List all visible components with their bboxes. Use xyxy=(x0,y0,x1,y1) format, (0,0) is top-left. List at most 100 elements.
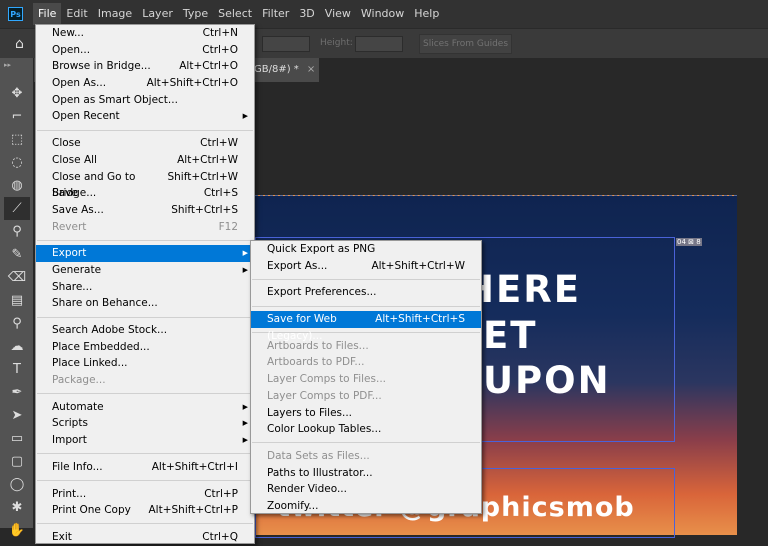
menu-item-export-preferences[interactable]: Export Preferences... xyxy=(251,284,481,301)
menu-separator xyxy=(252,278,480,280)
menu-item-search-adobe-stock[interactable]: Search Adobe Stock... xyxy=(36,322,254,339)
submenu-arrow-icon: ▶ xyxy=(242,249,248,258)
menu-item-label: Zoomify... xyxy=(267,499,319,512)
menu-window[interactable]: Window xyxy=(356,3,409,25)
menu-item-label: Layer Comps to Files... xyxy=(267,373,387,386)
menu-filter[interactable]: Filter xyxy=(257,3,294,25)
menu-view[interactable]: View xyxy=(320,3,356,25)
height-input[interactable] xyxy=(355,36,403,52)
menu-item-label: Save for Web (Legacy)... xyxy=(267,313,337,342)
collapse-panel-icon[interactable]: ▸▸ xyxy=(0,58,33,82)
eyedropper-tool-icon[interactable]: ⚲ xyxy=(0,220,34,243)
menu-item-label: Exit xyxy=(52,530,72,543)
menu-help[interactable]: Help xyxy=(409,3,444,25)
menu-item-new[interactable]: New... Ctrl+N xyxy=(36,25,254,42)
menu-layer[interactable]: Layer xyxy=(137,3,178,25)
artboard-tool-icon[interactable]: ⌐ xyxy=(0,105,34,128)
menu-item-quick-export-as-png[interactable]: Quick Export as PNG xyxy=(251,241,481,258)
photoshop-logo: Ps xyxy=(8,7,23,21)
home-icon[interactable]: ⌂ xyxy=(15,36,24,52)
menu-item-label: New... xyxy=(52,27,84,39)
menu-item-label: Artboards to Files... xyxy=(267,339,369,352)
smudge-tool-icon[interactable]: ☁ xyxy=(0,335,34,358)
slices-from-guides-button[interactable]: Slices From Guides xyxy=(419,34,512,54)
menu-item-label: Close All xyxy=(52,153,97,166)
menu-image[interactable]: Image xyxy=(93,3,137,25)
slice-tool-icon[interactable]: ⟋ xyxy=(4,197,30,220)
menu-item-open-as[interactable]: Open As... Alt+Shift+Ctrl+O xyxy=(36,75,254,92)
menu-item-artboards-to-files[interactable]: Artboards to Files... xyxy=(251,338,481,355)
menu-item-layer-comps-to-files[interactable]: Layer Comps to Files... xyxy=(251,371,481,388)
gradient-tool-icon[interactable]: ▤ xyxy=(0,289,34,312)
menu-item-layers-to-files[interactable]: Layers to Files... xyxy=(251,405,481,422)
menu-item-open[interactable]: Open... Ctrl+O xyxy=(36,42,254,59)
menu-item-close-and-go-to-bridge[interactable]: Close and Go to Bridge... Shift+Ctrl+W xyxy=(36,169,254,200)
menu-item-generate[interactable]: Generate ▶ xyxy=(36,262,254,279)
menu-item-render-video[interactable]: Render Video... xyxy=(251,481,481,498)
menu-separator xyxy=(37,239,253,241)
dodge-tool-icon[interactable]: ⚲ xyxy=(0,312,34,335)
menu-item-import[interactable]: Import ▶ xyxy=(36,432,254,449)
menu-item-paths-to-illustrator[interactable]: Paths to Illustrator... xyxy=(251,465,481,482)
menu-item-layer-comps-to-pdf[interactable]: Layer Comps to PDF... xyxy=(251,388,481,405)
rectangle-tool-icon[interactable]: ▭ xyxy=(0,427,34,450)
menu-select[interactable]: Select xyxy=(213,3,257,25)
pen-tool-icon[interactable]: ✒ xyxy=(0,381,34,404)
menu-item-place-embedded[interactable]: Place Embedded... xyxy=(36,339,254,356)
menu-item-zoomify[interactable]: Zoomify... xyxy=(251,498,481,515)
menu-item-shortcut: Alt+Shift+Ctrl+S xyxy=(375,313,465,326)
type-tool-icon[interactable]: T xyxy=(0,358,34,381)
eraser-tool-icon[interactable]: ⌫ xyxy=(0,266,34,289)
hand-tool-icon[interactable]: ✋ xyxy=(0,519,34,542)
move-tool-icon[interactable]: ✥ xyxy=(0,82,34,105)
menu-item-share[interactable]: Share... xyxy=(36,279,254,296)
menu-item-label: Export xyxy=(52,247,87,260)
menu-item-label: Export As... xyxy=(267,259,328,272)
menu-item-print[interactable]: Print... Ctrl+P xyxy=(36,486,254,503)
menu-item-data-sets-as-files[interactable]: Data Sets as Files... xyxy=(251,448,481,465)
menu-item-revert[interactable]: Revert F12 xyxy=(36,219,254,236)
menu-item-artboards-to-pdf[interactable]: Artboards to PDF... xyxy=(251,354,481,371)
menu-item-close[interactable]: Close Ctrl+W xyxy=(36,135,254,152)
menu-item-shortcut: Ctrl+P xyxy=(204,487,238,500)
menu-edit[interactable]: Edit xyxy=(61,3,92,25)
menu-item-color-lookup-tables[interactable]: Color Lookup Tables... xyxy=(251,421,481,438)
menu-item-browse-in-bridge[interactable]: Browse in Bridge... Alt+Ctrl+O xyxy=(36,58,254,75)
menu-separator xyxy=(37,480,253,481)
menu-item-export-as[interactable]: Export As... Alt+Shift+Ctrl+W xyxy=(251,258,481,275)
menu-item-package[interactable]: Package... xyxy=(36,372,254,389)
ellipse-tool-icon[interactable]: ◯ xyxy=(0,473,34,496)
menu-item-label: Share on Behance... xyxy=(52,297,158,310)
custom-shape-tool-icon[interactable]: ✱ xyxy=(0,496,34,519)
menu-item-scripts[interactable]: Scripts ▶ xyxy=(36,415,254,432)
path-selection-tool-icon[interactable]: ➤ xyxy=(0,404,34,427)
menu-3d[interactable]: 3D xyxy=(294,3,319,25)
menu-item-automate[interactable]: Automate ▶ xyxy=(36,399,254,416)
menu-separator xyxy=(252,305,480,307)
menu-item-save-for-web-legacy[interactable]: Save for Web (Legacy)... Alt+Shift+Ctrl+S xyxy=(251,311,481,342)
menu-item-share-on-behance[interactable]: Share on Behance... xyxy=(36,295,254,312)
menu-item-file-info[interactable]: File Info... Alt+Shift+Ctrl+I xyxy=(36,459,254,476)
menu-item-open-as-smart-object[interactable]: Open as Smart Object... xyxy=(36,92,254,109)
menu-item-print-one-copy[interactable]: Print One Copy Alt+Shift+Ctrl+P xyxy=(36,502,254,519)
menu-item-open-recent[interactable]: Open Recent ▶ xyxy=(36,108,254,125)
menu-item-close-all[interactable]: Close All Alt+Ctrl+W xyxy=(36,152,254,169)
close-tab-icon[interactable]: × xyxy=(307,64,315,75)
menu-item-save-as[interactable]: Save As... Shift+Ctrl+S xyxy=(36,202,254,219)
width-input[interactable] xyxy=(262,36,310,52)
menu-item-export[interactable]: Export ▶ xyxy=(36,245,254,262)
menu-item-shortcut: Ctrl+Q xyxy=(202,530,238,543)
menu-type[interactable]: Type xyxy=(178,3,213,25)
menu-item-save[interactable]: Save Ctrl+S xyxy=(36,185,254,202)
rounded-rectangle-tool-icon[interactable]: ▢ xyxy=(0,450,34,473)
menu-item-label: Open As... xyxy=(52,77,107,90)
brush-tool-icon[interactable]: ✎ xyxy=(0,243,34,266)
menu-item-place-linked[interactable]: Place Linked... xyxy=(36,355,254,372)
menu-item-shortcut: F12 xyxy=(218,220,238,233)
marquee-tool-icon[interactable]: ⬚ xyxy=(0,128,34,151)
menu-item-shortcut: Alt+Shift+Ctrl+P xyxy=(148,504,239,517)
menu-item-exit[interactable]: Exit Ctrl+Q xyxy=(36,529,254,546)
lasso-tool-icon[interactable]: ◌ xyxy=(0,151,34,174)
menu-file[interactable]: File xyxy=(33,3,62,25)
quick-selection-tool-icon[interactable]: ◍ xyxy=(0,174,34,197)
